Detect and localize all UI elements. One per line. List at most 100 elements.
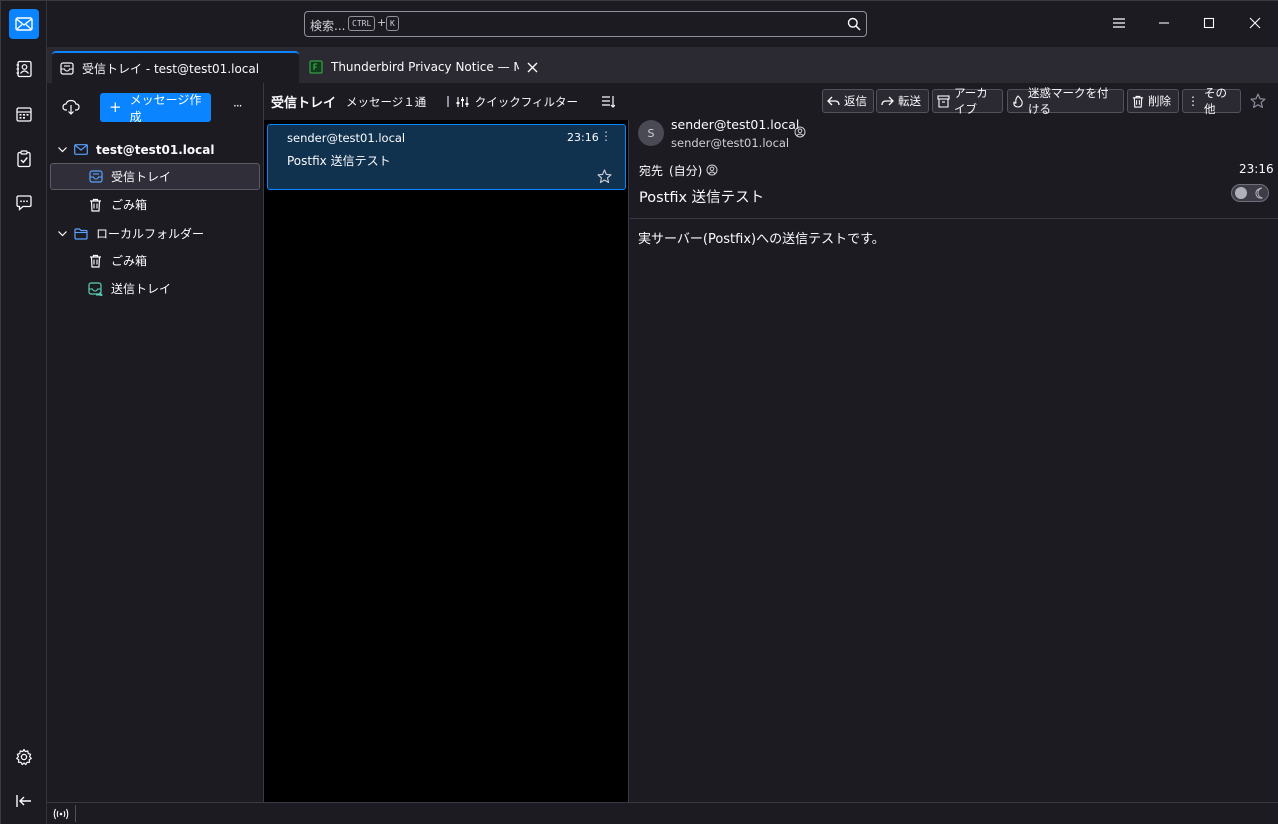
collapse-left-icon: [15, 792, 33, 810]
inbox-icon: [89, 170, 103, 183]
dark-mode-toggle[interactable]: [1231, 184, 1269, 202]
maximize-icon: [1203, 17, 1215, 29]
close-icon: [1249, 17, 1261, 29]
quick-filter-label: クイックフィルター: [474, 94, 578, 109]
account-row-local-folders[interactable]: ローカルフォルダー: [50, 220, 260, 247]
folder-label: 送信トレイ: [111, 282, 172, 296]
separator: [446, 96, 449, 107]
star-icon[interactable]: [1250, 93, 1266, 109]
tasks-icon: [15, 150, 33, 168]
app-menu-button[interactable]: [1104, 9, 1134, 37]
quick-filter-button[interactable]: クイックフィルター: [446, 94, 578, 110]
tasks-button[interactable]: [9, 144, 39, 174]
outbox-icon: [88, 281, 103, 296]
message-menu-icon[interactable]: ⋮: [600, 129, 612, 143]
message-time: 23:16: [567, 131, 599, 144]
search-icon[interactable]: [847, 17, 861, 31]
online-status-icon[interactable]: [53, 808, 69, 820]
close-window-button[interactable]: [1240, 9, 1270, 37]
account-name: test@test01.local: [96, 142, 215, 157]
quick-filter-icon: [456, 96, 469, 108]
folder-icon: [74, 227, 88, 240]
app-window: 検索... CTRL + K 受信トレイ - test@test01.local…: [0, 0, 1278, 824]
chat-icon: [15, 194, 33, 212]
account-name: ローカルフォルダー: [96, 227, 205, 241]
page-icon: [309, 60, 323, 74]
search-input[interactable]: 検索... CTRL + K: [304, 11, 867, 37]
folder-label: 受信トレイ: [111, 170, 172, 184]
reply-button[interactable]: 返信: [822, 89, 874, 113]
trash-icon: [89, 254, 102, 268]
folder-row-inbox[interactable]: 受信トレイ: [50, 163, 260, 190]
delete-label: 削除: [1148, 94, 1171, 108]
tab-bar: 受信トレイ - test@test01.local Thunderbird Pr…: [47, 47, 1278, 83]
message-date: 23:16: [1239, 162, 1274, 176]
to-value[interactable]: (自分): [669, 162, 702, 179]
compose-label: メッセージ作成: [129, 92, 202, 124]
status-bar: [47, 802, 1278, 824]
from-address: sender@test01.local: [671, 136, 790, 150]
status-separator: [75, 805, 76, 822]
message-count: メッセージ１通: [346, 94, 427, 109]
contact-icon[interactable]: [706, 164, 718, 176]
folder-row-outbox[interactable]: 送信トレイ: [50, 275, 260, 302]
more-vertical-icon: ⋮: [1187, 94, 1199, 108]
message-row[interactable]: sender@test01.local 23:16 ⋮ Postfix 送信テス…: [267, 124, 626, 190]
maximize-button[interactable]: [1194, 9, 1224, 37]
contact-icon[interactable]: [794, 126, 806, 138]
tab-inbox[interactable]: 受信トレイ - test@test01.local: [52, 51, 299, 83]
close-tab-icon[interactable]: [527, 62, 538, 73]
message-list-header: 受信トレイ メッセージ１通 クイックフィルター: [264, 83, 629, 120]
junk-button[interactable]: 迷惑マークを付ける: [1007, 86, 1124, 116]
tab-privacy-notice[interactable]: Thunderbird Privacy Notice — Mozi: [301, 51, 547, 83]
list-display-options-icon[interactable]: [601, 95, 615, 108]
to-label: 宛先: [639, 164, 664, 178]
star-icon[interactable]: [597, 169, 612, 184]
chevron-down-icon: [57, 228, 68, 239]
mail-space-button[interactable]: [9, 9, 39, 39]
moon-icon: [1255, 187, 1266, 199]
inbox-icon: [60, 61, 74, 75]
mail-icon: [15, 17, 33, 31]
chevron-down-icon: [57, 144, 68, 155]
folder-title: 受信トレイ: [271, 96, 337, 111]
compose-button[interactable]: + メッセージ作成: [100, 92, 211, 124]
minimize-icon: [1158, 17, 1170, 29]
gear-icon: [15, 748, 33, 766]
header-divider: [630, 218, 1278, 219]
address-book-button[interactable]: [9, 54, 39, 84]
avatar: S: [638, 120, 664, 146]
collapse-spaces-button[interactable]: [9, 786, 39, 816]
chat-button[interactable]: [9, 188, 39, 218]
more-button[interactable]: ⋮ その他: [1182, 86, 1241, 116]
calendar-button[interactable]: [9, 99, 39, 129]
archive-button[interactable]: アーカイブ: [932, 86, 1003, 116]
folder-pane: + メッセージ作成 ··· test@test01.local 受信トレイ ごみ…: [47, 83, 264, 802]
settings-button[interactable]: [9, 742, 39, 772]
spaces-toolbar: [1, 1, 47, 824]
minimize-button[interactable]: [1149, 9, 1179, 37]
search-placeholder: 検索...: [310, 19, 346, 33]
folder-label: ごみ箱: [111, 254, 148, 268]
address-book-icon: [15, 60, 33, 78]
message-pane: 返信 転送 アーカイブ 迷惑マークを付ける 削除 ⋮ その他 S sender@…: [630, 83, 1278, 802]
fire-icon: [1012, 94, 1024, 108]
calendar-icon: [15, 105, 33, 123]
message-subject: Postfix 送信テスト: [287, 154, 391, 168]
account-row-test[interactable]: test@test01.local: [50, 136, 260, 163]
folder-label: ごみ箱: [111, 198, 148, 212]
archive-label: アーカイブ: [954, 86, 988, 116]
forward-button[interactable]: 転送: [876, 89, 929, 113]
folder-pane-more-button[interactable]: ···: [233, 99, 243, 113]
message-subject-header: Postfix 送信テスト: [639, 190, 765, 206]
forward-icon: [881, 95, 894, 107]
folder-row-local-trash[interactable]: ごみ箱: [50, 247, 260, 274]
folder-row-trash[interactable]: ごみ箱: [50, 191, 260, 218]
from-name[interactable]: sender@test01.local: [671, 117, 799, 132]
get-messages-button[interactable]: [62, 99, 80, 115]
reply-icon: [827, 95, 840, 107]
k-key-hint: K: [386, 16, 399, 31]
tab-inbox-label: 受信トレイ - test@test01.local: [82, 61, 260, 76]
toggle-knob: [1235, 187, 1247, 199]
delete-button[interactable]: 削除: [1127, 89, 1179, 113]
